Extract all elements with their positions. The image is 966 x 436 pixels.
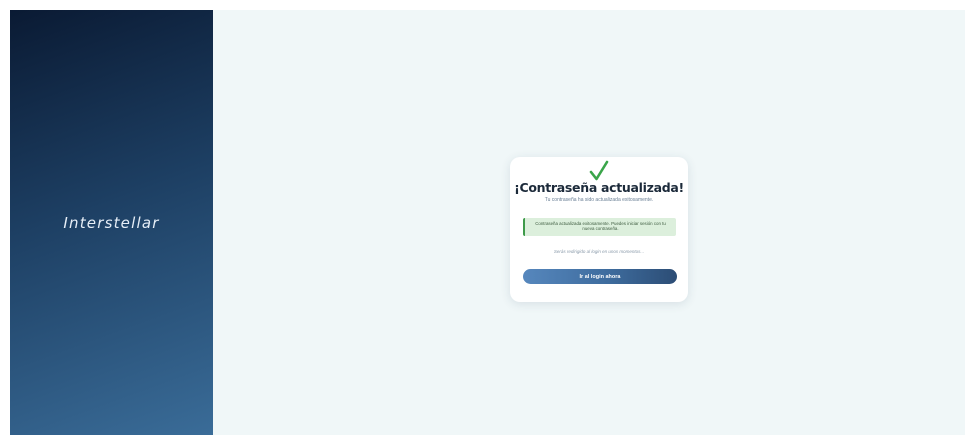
app-frame: Interstellar ¡Contraseña actualizada! Tu… xyxy=(10,10,965,435)
success-alert: Contraseña actualizada exitosamente. Pue… xyxy=(523,218,676,236)
brand-panel: Interstellar xyxy=(10,10,213,435)
go-to-login-button[interactable]: Ir al login ahora xyxy=(523,269,677,284)
card-title: ¡Contraseña actualizada! xyxy=(514,180,684,195)
main-content: ¡Contraseña actualizada! Tu contraseña h… xyxy=(213,10,965,435)
card-subtitle: Tu contraseña ha sido actualizada exitos… xyxy=(544,197,654,203)
check-icon xyxy=(589,160,609,181)
password-updated-card: ¡Contraseña actualizada! Tu contraseña h… xyxy=(510,157,688,302)
redirect-message: Serás redirigido al login en unos moment… xyxy=(553,249,645,254)
brand-logo: Interstellar xyxy=(63,213,160,232)
